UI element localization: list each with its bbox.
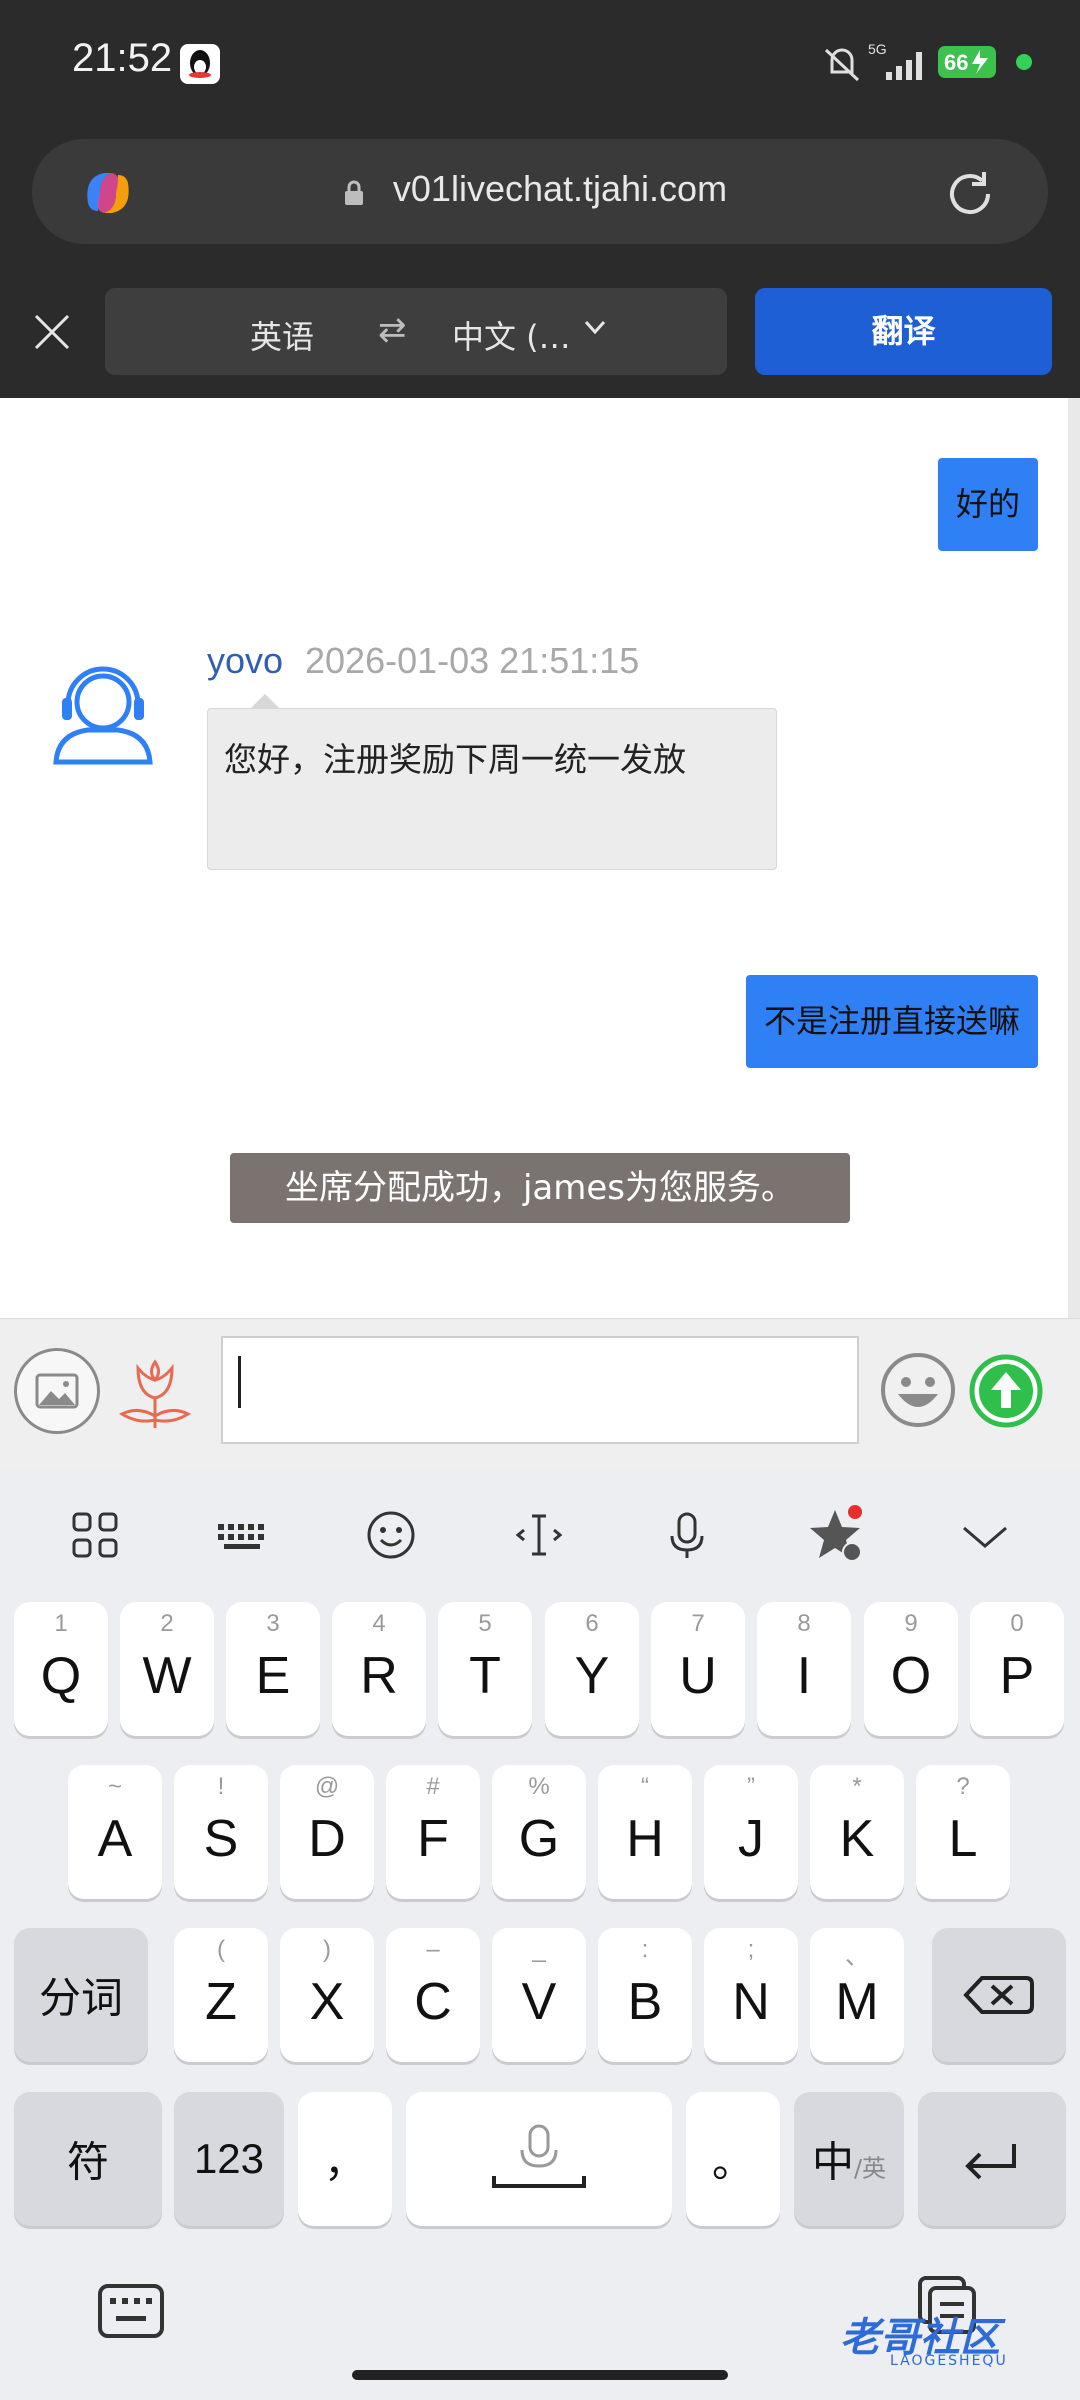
key-v[interactable]: _ V — [492, 1928, 586, 2062]
my-message-bubble: 不是注册直接送嘛 — [745, 975, 1038, 1068]
key-w[interactable]: 2W — [120, 1602, 214, 1736]
key-k[interactable]: * K — [810, 1765, 904, 1899]
my-message-bubble: 好的 — [937, 458, 1038, 551]
qq-notification-icon — [180, 44, 220, 84]
message-timestamp: 2026-01-03 21:51:15 — [305, 640, 640, 681]
language-selector[interactable] — [105, 288, 727, 375]
close-translate-icon[interactable] — [30, 310, 74, 354]
flower-gift-icon[interactable] — [108, 1350, 202, 1436]
backspace-icon[interactable] — [932, 1928, 1066, 2062]
status-icons: 5G 66 — [820, 38, 1080, 88]
network-type: 5G — [868, 41, 887, 57]
translate-button[interactable]: 翻译 — [755, 288, 1052, 375]
key-j[interactable]: ” J — [704, 1765, 798, 1899]
key-x[interactable]: ) X — [280, 1928, 374, 2062]
key-h[interactable]: “H — [598, 1765, 692, 1899]
apps-grid-icon[interactable] — [60, 1500, 130, 1570]
comma-key[interactable]: ， — [298, 2092, 392, 2226]
reload-icon[interactable] — [942, 166, 998, 222]
swap-languages-icon[interactable]: ⇄ — [378, 310, 407, 350]
key-y[interactable]: 6Y — [545, 1602, 639, 1736]
privacy-dot-icon — [1016, 54, 1032, 70]
agent-avatar-icon — [48, 658, 158, 768]
source-language[interactable]: 英语 — [250, 312, 314, 358]
key-z[interactable]: (Z — [174, 1928, 268, 2062]
bubble-tail — [250, 694, 280, 709]
agent-message-bubble: 您好，注册奖励下周一统一发放 — [207, 708, 777, 870]
key-r[interactable]: 4R — [332, 1602, 426, 1736]
emoji-icon[interactable] — [878, 1350, 958, 1430]
space-key[interactable] — [406, 2092, 672, 2226]
enter-icon[interactable] — [918, 2092, 1066, 2226]
key-s[interactable]: ! S — [174, 1765, 268, 1899]
key-l[interactable]: ? L — [916, 1765, 1010, 1899]
image-upload-icon[interactable] — [14, 1348, 100, 1434]
key-e[interactable]: 3E — [226, 1602, 320, 1736]
emoji-keyboard-icon[interactable] — [356, 1500, 426, 1570]
keyboard-switch-icon[interactable] — [96, 2280, 166, 2342]
lang-switch-key[interactable]: 中/英 — [794, 2092, 904, 2226]
ai-star-icon[interactable] — [800, 1500, 870, 1570]
svg-text:66: 66 — [944, 50, 968, 75]
symbols-key[interactable]: 符 — [14, 2092, 162, 2226]
target-language[interactable]: 中文 (… — [452, 312, 571, 358]
key-g[interactable]: % G — [492, 1765, 586, 1899]
status-time: 21:52 — [72, 36, 173, 80]
scrollbar[interactable] — [1068, 398, 1080, 1318]
key-b[interactable]: :B — [598, 1928, 692, 2062]
message-input[interactable] — [221, 1336, 859, 1444]
key-o[interactable]: 9O — [864, 1602, 958, 1736]
text-cursor — [238, 1356, 241, 1408]
system-notice: 坐席分配成功，james为您服务。 — [230, 1153, 850, 1223]
watermark-subtext: LAOGESHEQU — [890, 2353, 1008, 2369]
segment-key[interactable]: 分词 — [14, 1928, 148, 2062]
battery-icon: 66 — [938, 46, 996, 78]
key-n[interactable]: ; N — [704, 1928, 798, 2062]
numbers-key[interactable]: 123 — [174, 2092, 284, 2226]
collapse-keyboard-icon[interactable] — [950, 1500, 1020, 1570]
key-p[interactable]: 0P — [970, 1602, 1064, 1736]
home-indicator[interactable] — [352, 2370, 728, 2380]
url-text[interactable]: v01livechat.tjahi.com — [0, 168, 1080, 210]
key-c[interactable]: – C — [386, 1928, 480, 2062]
microphone-icon[interactable] — [652, 1500, 722, 1570]
chevron-down-icon[interactable] — [582, 314, 608, 347]
send-icon[interactable] — [967, 1352, 1045, 1430]
key-d[interactable]: @ D — [280, 1765, 374, 1899]
key-m[interactable]: 、 M — [810, 1928, 904, 2062]
key-q[interactable]: 1Q — [14, 1602, 108, 1736]
key-f[interactable]: # F — [386, 1765, 480, 1899]
mute-bell-icon — [824, 48, 860, 82]
signal-icon — [886, 52, 922, 80]
period-key[interactable]: 。 — [686, 2092, 780, 2226]
key-a[interactable]: ~ A — [68, 1765, 162, 1899]
key-t[interactable]: 5T — [438, 1602, 532, 1736]
key-i[interactable]: 8I — [757, 1602, 851, 1736]
key-u[interactable]: 7U — [651, 1602, 745, 1736]
keyboard-layout-icon[interactable] — [208, 1500, 278, 1570]
text-cursor-move-icon[interactable] — [504, 1500, 574, 1570]
agent-name: yovo — [207, 640, 284, 681]
